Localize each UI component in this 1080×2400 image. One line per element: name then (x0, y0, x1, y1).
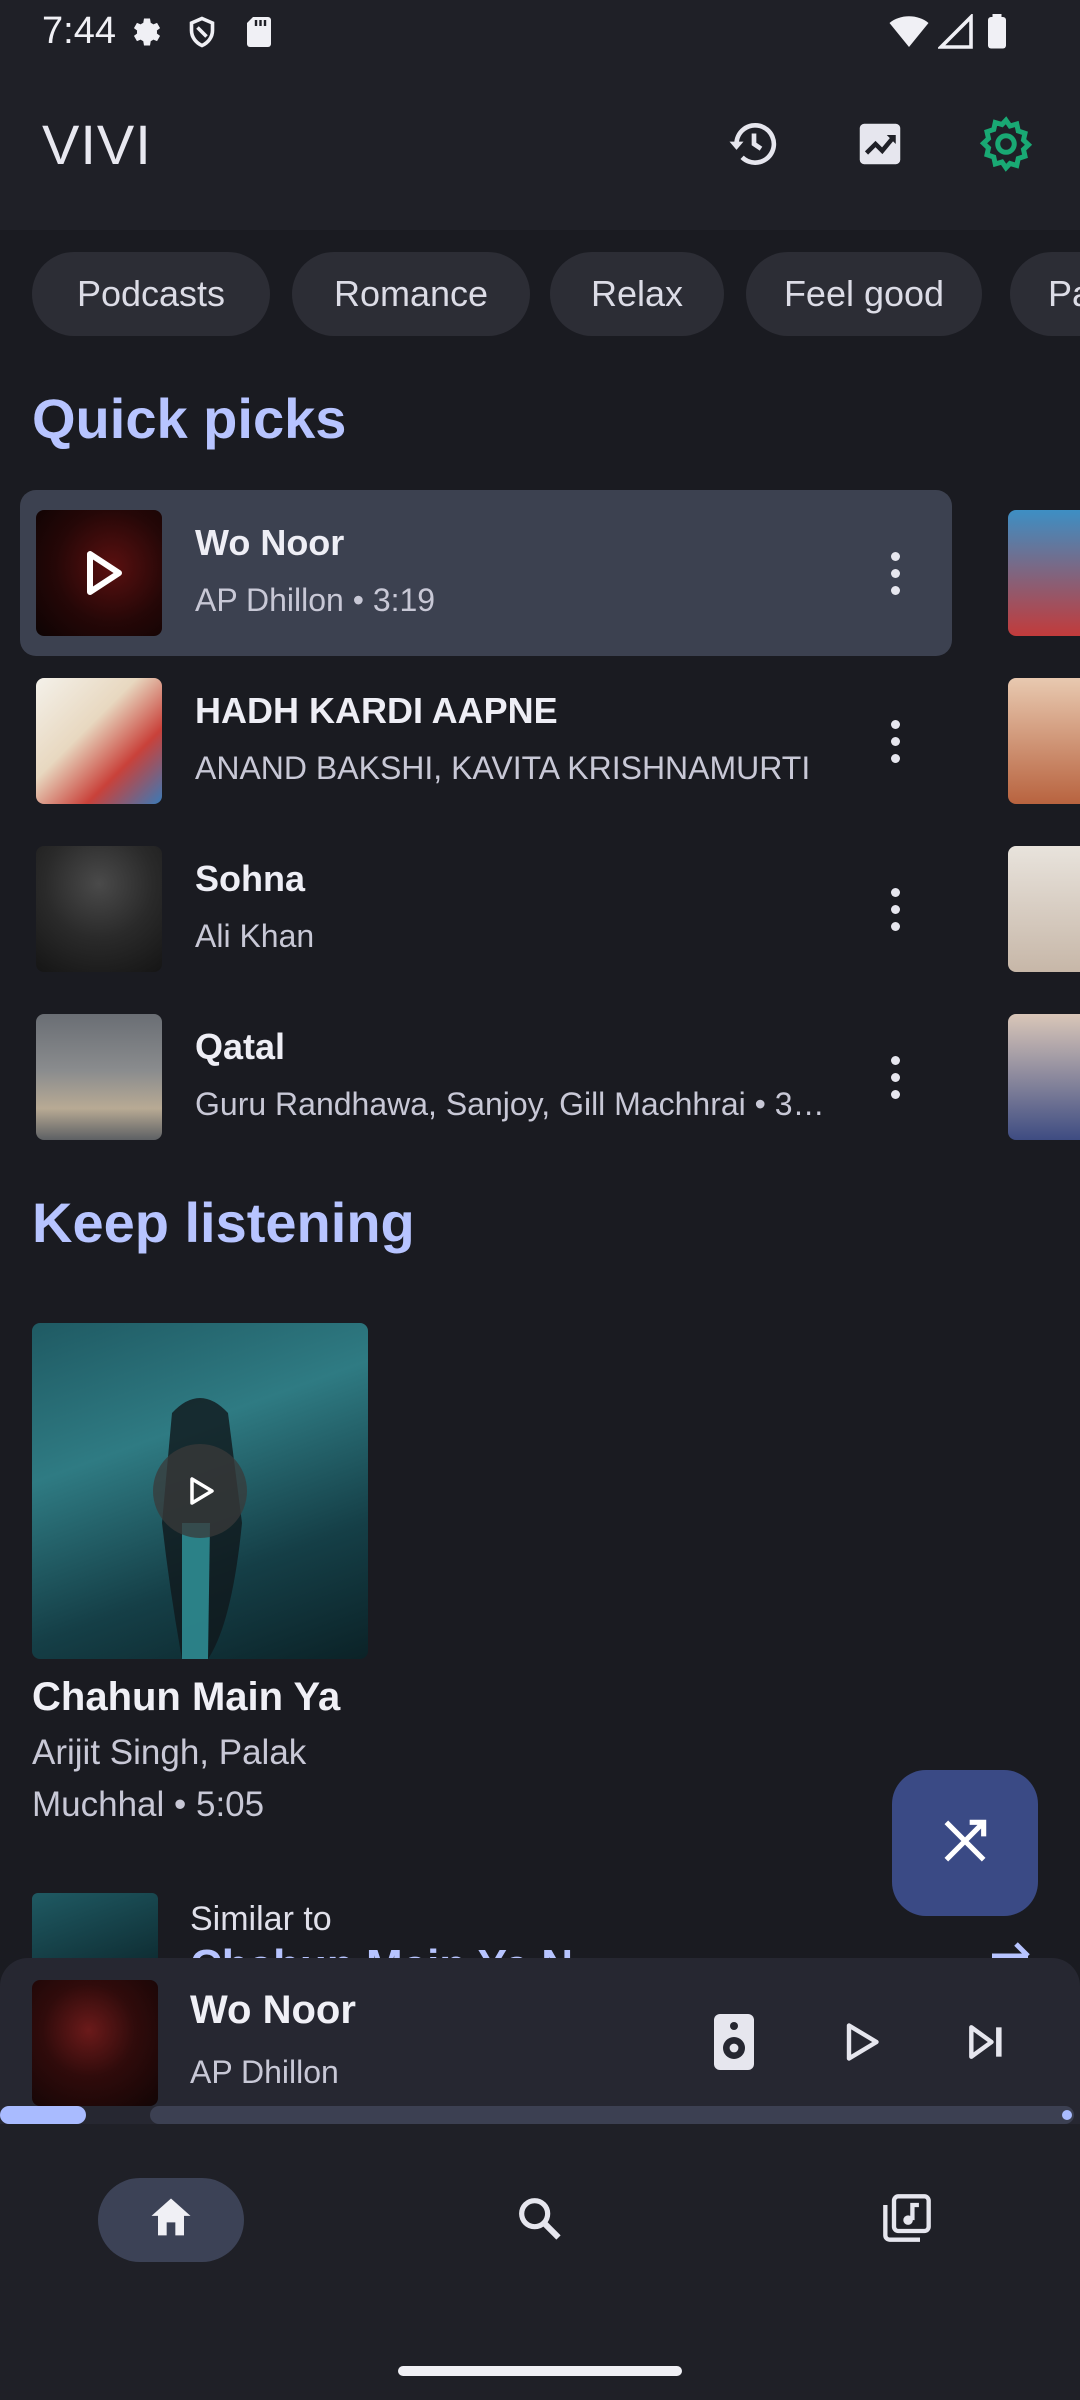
shield-icon (184, 14, 220, 55)
next-column-thumbnail[interactable] (1008, 678, 1080, 804)
similar-thumbnail[interactable] (32, 1893, 158, 1963)
search-icon (513, 2192, 565, 2249)
progress-track[interactable] (150, 2106, 1074, 2124)
gear-icon (976, 114, 1036, 179)
song-title: Wo Noor (195, 522, 345, 563)
similar-label: Similar to (190, 1900, 332, 1938)
keep-listening-title: Keep listening (32, 1191, 415, 1254)
signal-icon (936, 12, 974, 55)
next-column-thumbnail[interactable] (1008, 846, 1080, 972)
home-icon (145, 2192, 197, 2249)
shuffle-icon (937, 1813, 993, 1874)
chip-romance[interactable]: Romance (292, 252, 530, 336)
status-time: 7:44 (42, 10, 116, 52)
next-column-thumbnail[interactable] (1008, 1014, 1080, 1140)
more-options-icon[interactable] (865, 1044, 925, 1110)
skip-next-button[interactable] (948, 2006, 1024, 2082)
quick-pick-row[interactable]: HADH KARDI AAPNE ANAND BAKSHI, KAVITA KR… (20, 658, 952, 824)
speaker-icon (712, 2012, 756, 2077)
play-icon (87, 551, 122, 595)
album-cover[interactable] (32, 1323, 368, 1659)
top-app-bar (0, 66, 1080, 230)
mini-player-artist: AP Dhillon (190, 2054, 339, 2090)
output-device-button[interactable] (696, 2006, 772, 2082)
more-options-icon[interactable] (865, 540, 925, 606)
nav-home[interactable] (98, 2178, 244, 2262)
stats-button[interactable] (844, 110, 916, 182)
more-options-icon[interactable] (865, 876, 925, 942)
app-title: VIVI (42, 113, 152, 176)
chip-podcasts[interactable]: Podcasts (32, 252, 270, 336)
progress-end-dot (1062, 2110, 1072, 2120)
bottom-navigation (0, 2124, 1080, 2400)
song-subtitle: Guru Randhawa, Sanjoy, Gill Machhrai • 3… (195, 1086, 825, 1122)
song-subtitle: AP Dhillon • 3:19 (195, 582, 436, 618)
gesture-bar (398, 2366, 682, 2376)
battery-icon (986, 14, 1008, 55)
quick-pick-row[interactable]: Qatal Guru Randhawa, Sanjoy, Gill Machhr… (20, 994, 952, 1160)
settings-status-icon (126, 14, 162, 55)
song-thumbnail (36, 846, 162, 972)
mini-player[interactable] (0, 1958, 1080, 2124)
song-title: Qatal (195, 1026, 286, 1067)
settings-button[interactable] (970, 110, 1042, 182)
quick-pick-row[interactable]: Sohna Ali Khan (20, 826, 952, 992)
chip-relax[interactable]: Relax (550, 252, 724, 336)
trending-chart-icon (853, 117, 907, 176)
sd-card-icon (244, 14, 274, 55)
play-button[interactable] (822, 2006, 898, 2082)
next-column-thumbnail[interactable] (1008, 510, 1080, 636)
skip-next-icon (964, 2020, 1008, 2069)
wifi-icon (888, 14, 930, 55)
nav-library[interactable] (834, 2178, 980, 2262)
song-subtitle: Ali Khan (195, 918, 315, 954)
song-thumbnail (36, 1014, 162, 1140)
more-options-icon[interactable] (865, 708, 925, 774)
song-thumbnail (36, 678, 162, 804)
history-icon (726, 116, 782, 177)
song-title: HADH KARDI AAPNE (195, 690, 558, 731)
chip-feel-good[interactable]: Feel good (746, 252, 982, 336)
song-subtitle: ANAND BAKSHI, KAVITA KRISHNAMURTI (195, 750, 811, 786)
mini-player-thumbnail (32, 1980, 158, 2106)
library-music-icon (881, 2192, 933, 2249)
history-button[interactable] (718, 110, 790, 182)
chip-partial[interactable]: Pa (1010, 252, 1080, 336)
play-icon (190, 1477, 214, 1505)
song-title: Sohna (195, 858, 306, 899)
quick-picks-title: Quick picks (32, 387, 347, 450)
play-icon (838, 2020, 882, 2069)
progress-fill (0, 2106, 86, 2124)
quick-pick-row[interactable]: Wo Noor AP Dhillon • 3:19 (20, 490, 952, 656)
shuffle-button[interactable] (892, 1770, 1038, 1916)
nav-search[interactable] (466, 2178, 612, 2262)
mini-player-title: Wo Noor (190, 1988, 356, 2032)
song-thumbnail (36, 510, 162, 636)
album-subtitle: Arijit Singh, Palak Muchhal • 5:05 (32, 1733, 307, 1824)
album-title: Chahun Main Ya (32, 1675, 341, 1719)
